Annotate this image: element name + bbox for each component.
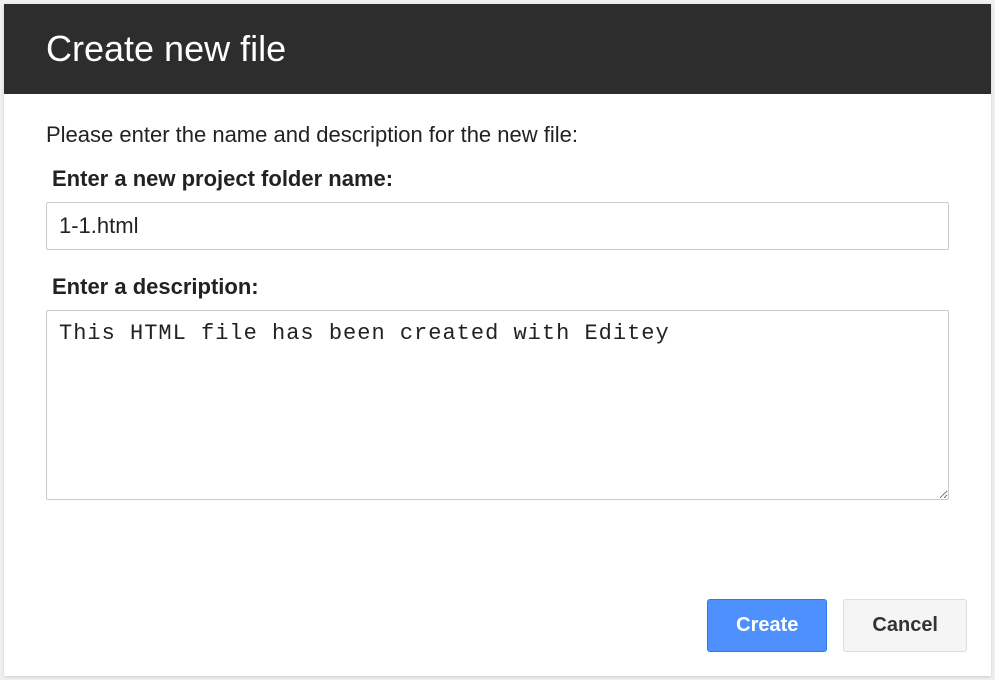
description-label: Enter a description: xyxy=(46,274,949,300)
folder-name-input[interactable] xyxy=(46,202,949,250)
create-button[interactable]: Create xyxy=(707,599,827,652)
dialog-header: Create new file xyxy=(4,4,991,94)
dialog-title: Create new file xyxy=(46,28,949,70)
cancel-button[interactable]: Cancel xyxy=(843,599,967,652)
folder-name-label: Enter a new project folder name: xyxy=(46,166,949,192)
dialog-footer: Create Cancel xyxy=(4,599,991,676)
dialog-body: Please enter the name and description fo… xyxy=(4,94,991,599)
create-file-dialog: Create new file Please enter the name an… xyxy=(4,4,991,676)
intro-text: Please enter the name and description fo… xyxy=(46,122,949,148)
description-textarea[interactable]: This HTML file has been created with Edi… xyxy=(46,310,949,500)
